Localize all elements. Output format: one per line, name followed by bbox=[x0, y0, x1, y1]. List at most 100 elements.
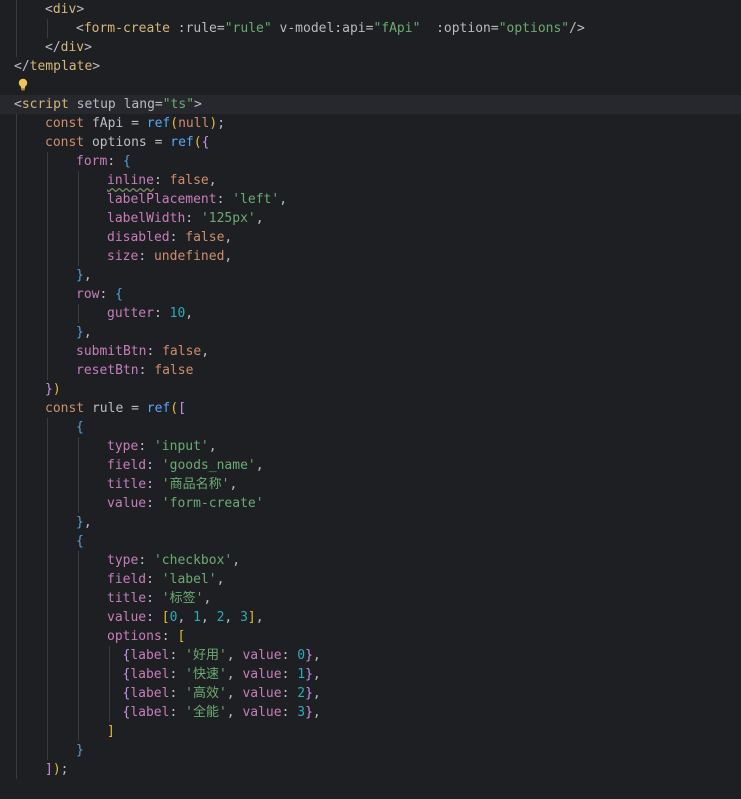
code-line[interactable]: form: { bbox=[0, 152, 741, 171]
code-line-text: inline: false, bbox=[107, 171, 217, 190]
code-editor[interactable]: <div> <form-create :rule="rule" v-model:a… bbox=[0, 0, 741, 799]
code-line[interactable]: const options = ref({ bbox=[0, 133, 741, 152]
code-token: false bbox=[185, 230, 225, 245]
lightbulb-icon[interactable] bbox=[18, 78, 28, 92]
code-token: : bbox=[146, 458, 162, 473]
code-token: ) bbox=[52, 762, 61, 777]
code-token: , bbox=[224, 249, 233, 264]
code-token: : bbox=[161, 629, 178, 644]
code-line[interactable]: inline: false, bbox=[0, 171, 741, 190]
code-token: = bbox=[216, 21, 225, 36]
code-line[interactable]: ] bbox=[0, 722, 741, 741]
code-line[interactable]: <form-create :rule="rule" v-model:api="f… bbox=[0, 19, 741, 38]
code-line[interactable]: } bbox=[0, 741, 741, 760]
code-token: , bbox=[177, 610, 194, 625]
code-token: , bbox=[83, 268, 92, 283]
code-line[interactable]: { bbox=[0, 532, 741, 551]
code-token: [ bbox=[178, 401, 186, 416]
code-line[interactable]: field: 'label', bbox=[0, 570, 741, 589]
code-line[interactable]: resetBtn: false bbox=[0, 361, 741, 380]
code-line[interactable]: {label: '快速', value: 1}, bbox=[0, 665, 741, 684]
code-token: { bbox=[76, 534, 84, 549]
code-token: : bbox=[281, 648, 298, 663]
code-line[interactable]: const rule = ref([ bbox=[0, 399, 741, 418]
code-line[interactable]: ]); bbox=[0, 760, 741, 779]
code-token: } bbox=[76, 268, 84, 283]
code-line-text: </template> bbox=[14, 57, 100, 76]
code-line[interactable]: const fApi = ref(null); bbox=[0, 114, 741, 133]
code-line-text: resetBtn: false bbox=[76, 361, 193, 380]
code-token: type bbox=[107, 553, 139, 568]
code-line-text: title: '商品名称', bbox=[107, 475, 237, 494]
code-token: : bbox=[169, 667, 186, 682]
code-line[interactable]: options: [ bbox=[0, 627, 741, 646]
code-token: submitBtn bbox=[76, 344, 147, 359]
code-line[interactable]: </template> bbox=[0, 57, 741, 76]
code-token: label bbox=[130, 648, 170, 663]
code-token: disabled bbox=[107, 230, 170, 245]
code-line[interactable] bbox=[0, 76, 741, 95]
code-line[interactable]: }, bbox=[0, 323, 741, 342]
code-line[interactable]: gutter: 10, bbox=[0, 304, 741, 323]
code-token: [ bbox=[161, 610, 170, 625]
code-token: > bbox=[92, 59, 101, 74]
code-line-text: labelWidth: '125px', bbox=[107, 209, 264, 228]
code-line[interactable]: }, bbox=[0, 266, 741, 285]
code-line[interactable]: labelWidth: '125px', bbox=[0, 209, 741, 228]
code-line[interactable]: row: { bbox=[0, 285, 741, 304]
code-token: = bbox=[154, 97, 163, 112]
code-token: :option bbox=[436, 21, 491, 36]
code-line[interactable]: title: '商品名称', bbox=[0, 475, 741, 494]
code-line[interactable]: value: [0, 1, 2, 3], bbox=[0, 608, 741, 627]
code-token: } bbox=[305, 648, 313, 663]
code-line[interactable]: <div> bbox=[0, 0, 741, 19]
code-token: size bbox=[107, 249, 139, 264]
code-line-text: value: 'form-create' bbox=[107, 494, 264, 513]
code-line[interactable]: {label: '全能', value: 3}, bbox=[0, 703, 741, 722]
code-token: false bbox=[162, 344, 202, 359]
code-token: { bbox=[115, 287, 123, 302]
code-line[interactable]: {label: '好用', value: 0}, bbox=[0, 646, 741, 665]
code-token: { bbox=[201, 135, 210, 150]
code-token: false bbox=[154, 363, 194, 378]
code-line-text: field: 'label', bbox=[107, 570, 224, 589]
code-token: : bbox=[146, 572, 162, 587]
code-line[interactable]: field: 'goods_name', bbox=[0, 456, 741, 475]
code-token: '125px' bbox=[200, 211, 256, 226]
code-token: '商品名称' bbox=[161, 477, 230, 492]
code-token: , bbox=[83, 515, 92, 530]
code-token: < bbox=[14, 97, 22, 112]
code-token: : bbox=[216, 192, 233, 207]
code-line[interactable]: }, bbox=[0, 513, 741, 532]
code-token: template bbox=[29, 59, 93, 74]
code-token: : bbox=[138, 249, 154, 264]
code-line-text: gutter: 10, bbox=[107, 304, 193, 323]
code-line[interactable]: }) bbox=[0, 380, 741, 399]
code-line[interactable]: type: 'checkbox', bbox=[0, 551, 741, 570]
code-token: { bbox=[76, 420, 84, 435]
code-line[interactable]: submitBtn: false, bbox=[0, 342, 741, 361]
code-token: : bbox=[169, 686, 186, 701]
code-line[interactable]: { bbox=[0, 418, 741, 437]
code-line[interactable]: labelPlacement: 'left', bbox=[0, 190, 741, 209]
code-line[interactable]: value: 'form-create' bbox=[0, 494, 741, 513]
code-token: , bbox=[208, 173, 217, 188]
code-line[interactable]: disabled: false, bbox=[0, 228, 741, 247]
code-token: 3 bbox=[297, 705, 306, 720]
code-token: 'goods_name' bbox=[161, 458, 256, 473]
code-line[interactable]: {label: '高效', value: 2}, bbox=[0, 684, 741, 703]
code-line[interactable]: type: 'input', bbox=[0, 437, 741, 456]
code-line[interactable]: <script setup lang="ts"> bbox=[0, 95, 741, 114]
code-token: ] bbox=[107, 724, 115, 739]
code-token: labelWidth bbox=[107, 211, 186, 226]
code-token: value bbox=[242, 705, 282, 720]
code-line-text: title: '标签', bbox=[107, 589, 211, 608]
code-line-text: field: 'goods_name', bbox=[107, 456, 264, 475]
code-line[interactable]: </div> bbox=[0, 38, 741, 57]
code-token: : bbox=[107, 154, 123, 169]
code-line[interactable]: title: '标签', bbox=[0, 589, 741, 608]
code-line-text: type: 'checkbox', bbox=[107, 551, 240, 570]
code-token: setup bbox=[76, 97, 116, 112]
code-token: : bbox=[146, 344, 163, 359]
code-line[interactable]: size: undefined, bbox=[0, 247, 741, 266]
